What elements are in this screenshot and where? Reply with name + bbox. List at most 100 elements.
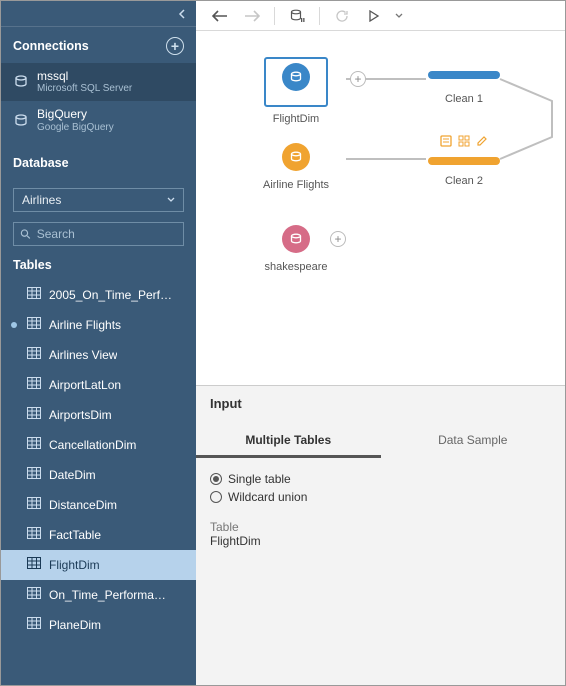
table-item[interactable]: AirportsDim xyxy=(1,400,196,430)
table-item[interactable]: On_Time_Performa… xyxy=(1,580,196,610)
table-item[interactable]: Airlines View xyxy=(1,340,196,370)
table-icon xyxy=(27,617,41,632)
run-button[interactable] xyxy=(360,4,388,28)
table-item[interactable]: FlightDim xyxy=(1,550,196,580)
refresh-button[interactable] xyxy=(328,4,356,28)
node-label: FlightDim xyxy=(246,113,346,125)
node-label: shakespeare xyxy=(246,261,346,273)
table-icon xyxy=(27,467,41,482)
database-icon xyxy=(282,63,310,91)
table-icon xyxy=(27,317,41,332)
node-clean2[interactable]: Clean 2 xyxy=(414,135,514,187)
table-item[interactable]: CancellationDim xyxy=(1,430,196,460)
table-label: DateDim xyxy=(49,468,96,482)
table-label: Airline Flights xyxy=(49,318,121,332)
table-label: FactTable xyxy=(49,528,101,542)
node-shakespeare[interactable]: shakespeare xyxy=(246,225,346,273)
radio-label: Wildcard union xyxy=(228,490,307,504)
search-icon xyxy=(20,228,31,240)
connections-header: Connections + xyxy=(1,27,196,63)
tab-data-sample[interactable]: Data Sample xyxy=(381,425,566,458)
table-icon xyxy=(27,527,41,542)
tab-multiple-tables[interactable]: Multiple Tables xyxy=(196,425,381,458)
table-label: DistanceDim xyxy=(49,498,117,512)
details-pane: Input Multiple Tables Data Sample Single… xyxy=(196,385,565,685)
toolbar-separator xyxy=(319,7,320,25)
tables-label: Tables xyxy=(13,258,52,272)
table-label: Airlines View xyxy=(49,348,117,362)
tables-header: Tables xyxy=(1,254,196,280)
table-label: CancellationDim xyxy=(49,438,136,452)
node-label: Clean 1 xyxy=(414,93,514,105)
add-step-button[interactable]: + xyxy=(330,231,346,247)
table-item[interactable]: 2005_On_Time_Perf… xyxy=(1,280,196,310)
database-icon xyxy=(282,225,310,253)
database-icon xyxy=(282,143,310,171)
node-airline-flights[interactable]: Airline Flights xyxy=(246,143,346,191)
table-icon xyxy=(27,497,41,512)
database-selected: Airlines xyxy=(22,193,61,207)
table-item[interactable]: Airline Flights xyxy=(1,310,196,340)
node-clean1[interactable]: Clean 1 xyxy=(414,61,514,105)
data-pause-button[interactable] xyxy=(283,4,311,28)
sidebar: Connections + mssql Microsoft SQL Server… xyxy=(1,1,196,685)
play-icon xyxy=(368,10,380,22)
sidebar-collapse-button[interactable] xyxy=(1,1,196,27)
connection-name: mssql xyxy=(37,69,132,83)
table-item[interactable]: AirportLatLon xyxy=(1,370,196,400)
chevron-down-icon xyxy=(395,13,403,19)
database-header: Database xyxy=(1,140,196,178)
table-icon xyxy=(27,587,41,602)
connections-label: Connections xyxy=(13,39,89,53)
radio-single-table[interactable]: Single table xyxy=(210,470,551,488)
table-icon xyxy=(27,557,41,572)
node-flightdim[interactable]: FlightDim xyxy=(246,57,346,125)
database-icon xyxy=(13,113,29,129)
edit-icon xyxy=(476,135,488,147)
main-area: FlightDim + Clean 1 Airline Flights xyxy=(196,1,565,685)
details-tabs: Multiple Tables Data Sample xyxy=(196,415,565,458)
connection-item-bigquery[interactable]: BigQuery Google BigQuery xyxy=(1,101,196,139)
table-label: AirportsDim xyxy=(49,408,112,422)
database-pause-icon xyxy=(289,8,305,24)
table-field-value: FlightDim xyxy=(210,534,551,548)
database-icon xyxy=(13,74,29,90)
tables-list: 2005_On_Time_Perf… Airline Flights Airline… xyxy=(1,280,196,685)
radio-label: Single table xyxy=(228,472,291,486)
connection-type: Microsoft SQL Server xyxy=(37,83,132,95)
table-icon xyxy=(27,407,41,422)
table-item[interactable]: PlaneDim xyxy=(1,610,196,640)
radio-icon xyxy=(210,473,222,485)
add-connection-button[interactable]: + xyxy=(166,37,184,55)
connection-type: Google BigQuery xyxy=(37,122,114,134)
tab-panel: Single table Wildcard union Table Flight… xyxy=(196,458,565,560)
search-input[interactable] xyxy=(37,227,177,241)
search-input-wrap[interactable] xyxy=(13,222,184,246)
connection-item-mssql[interactable]: mssql Microsoft SQL Server xyxy=(1,63,196,101)
arrow-right-icon xyxy=(244,9,260,23)
table-label: PlaneDim xyxy=(49,618,101,632)
table-icon xyxy=(27,347,41,362)
table-item[interactable]: FactTable xyxy=(1,520,196,550)
toolbar-separator xyxy=(274,7,275,25)
table-item[interactable]: DistanceDim xyxy=(1,490,196,520)
forward-button[interactable] xyxy=(238,4,266,28)
active-dot-icon xyxy=(11,322,17,328)
table-icon xyxy=(27,287,41,302)
flow-canvas[interactable]: FlightDim + Clean 1 Airline Flights xyxy=(196,31,565,385)
table-label: 2005_On_Time_Perf… xyxy=(49,288,172,302)
run-menu-button[interactable] xyxy=(392,4,406,28)
table-icon xyxy=(27,377,41,392)
database-select[interactable]: Airlines xyxy=(13,188,184,212)
back-button[interactable] xyxy=(206,4,234,28)
arrow-left-icon xyxy=(212,9,228,23)
radio-wildcard-union[interactable]: Wildcard union xyxy=(210,488,551,506)
table-field-label: Table xyxy=(210,520,551,534)
add-step-button[interactable]: + xyxy=(350,71,366,87)
chevron-left-icon xyxy=(178,9,186,19)
table-label: FlightDim xyxy=(49,558,100,572)
filter-icon xyxy=(440,135,452,147)
node-label: Airline Flights xyxy=(246,179,346,191)
table-item[interactable]: DateDim xyxy=(1,460,196,490)
table-icon xyxy=(27,437,41,452)
